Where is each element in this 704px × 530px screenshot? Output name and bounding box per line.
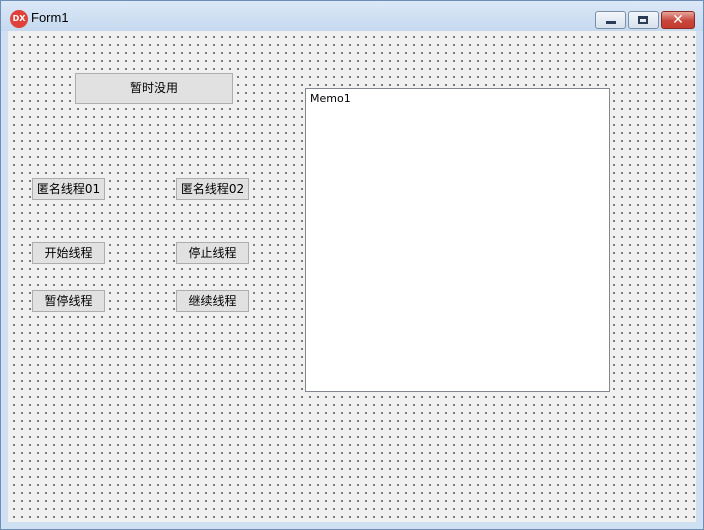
close-icon: ✕ — [672, 12, 684, 28]
pause-thread-button[interactable]: 暂停线程 — [32, 290, 105, 312]
memo-textarea[interactable]: Memo1 — [305, 88, 610, 392]
stop-thread-button[interactable]: 停止线程 — [176, 242, 249, 264]
form-client-area: 暂时没用 匿名线程01 匿名线程02 开始线程 停止线程 暂停线程 继续线程 M… — [8, 31, 696, 522]
maximize-button[interactable] — [628, 11, 659, 29]
minimize-icon — [606, 21, 616, 24]
start-thread-button[interactable]: 开始线程 — [32, 242, 105, 264]
close-button[interactable]: ✕ — [661, 11, 695, 29]
window-title: Form1 — [31, 10, 69, 25]
minimize-button[interactable] — [595, 11, 626, 29]
anonymous-thread-01-button[interactable]: 匿名线程01 — [32, 178, 105, 200]
unused-button[interactable]: 暂时没用 — [75, 73, 233, 104]
resume-thread-button[interactable]: 继续线程 — [176, 290, 249, 312]
form-window: DX Form1 ✕ 暂时没用 匿名线程01 匿名线程02 开始线程 停止线程 … — [0, 0, 704, 530]
anonymous-thread-02-button[interactable]: 匿名线程02 — [176, 178, 249, 200]
app-logo-icon: DX — [10, 10, 28, 28]
title-bar[interactable]: DX Form1 ✕ — [1, 1, 703, 31]
maximize-icon — [638, 16, 648, 24]
memo-content: Memo1 — [310, 92, 351, 105]
